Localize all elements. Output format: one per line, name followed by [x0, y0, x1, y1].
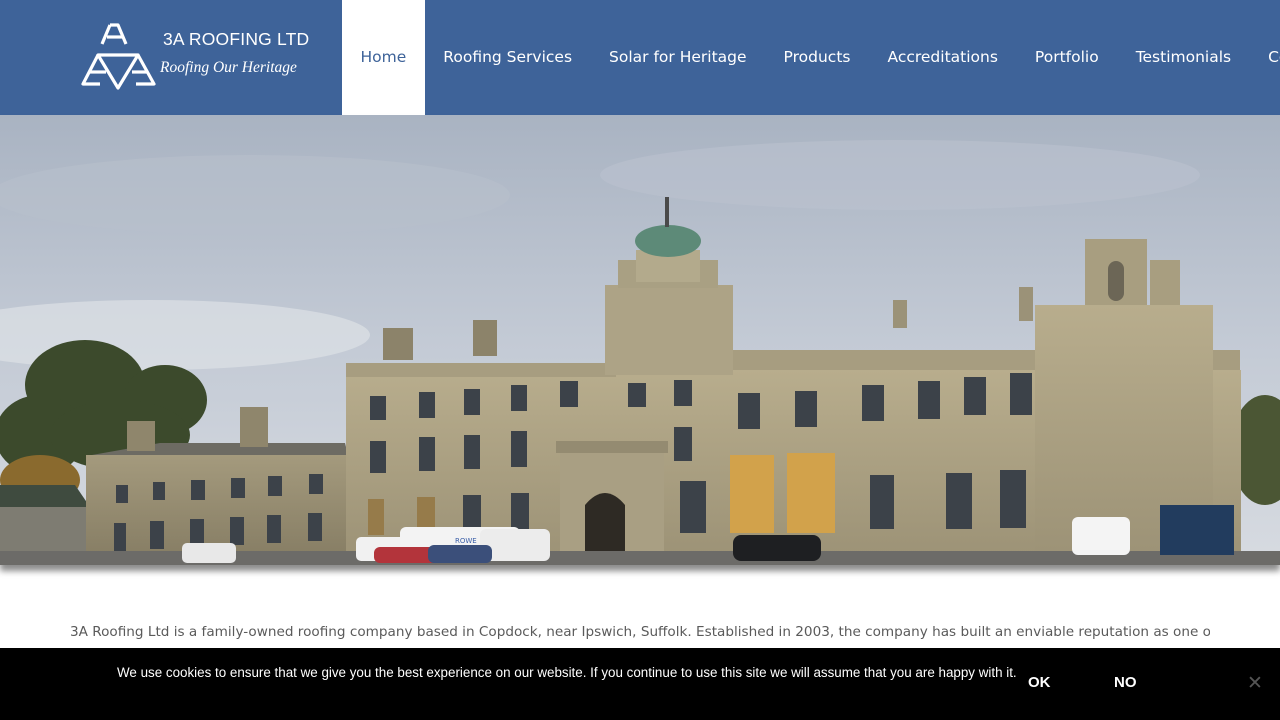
close-icon[interactable]: ✕: [1247, 672, 1263, 694]
cookie-ok-button[interactable]: OK: [1028, 674, 1051, 691]
cookie-notice-text: We use cookies to ensure that we give yo…: [117, 665, 1017, 680]
nav-item-portfolio[interactable]: Portfolio: [1016, 0, 1117, 115]
nav-item-products[interactable]: Products: [765, 0, 869, 115]
logo-title: 3A ROOFING LTD: [163, 29, 310, 49]
nav-item-solar-for-heritage[interactable]: Solar for Heritage: [591, 0, 766, 115]
nav-item-home[interactable]: Home: [342, 0, 425, 115]
intro-paragraph: 3A Roofing Ltd is a family-owned roofing…: [70, 624, 1210, 640]
hero-image: ROWE: [0, 115, 1280, 565]
logo[interactable]: 3A ROOFING LTD Roofing Our Heritage: [0, 0, 342, 115]
nav-item-accreditations[interactable]: Accreditations: [869, 0, 1016, 115]
triangle-knot-logo-icon: [81, 23, 156, 90]
site-header: 3A ROOFING LTD Roofing Our Heritage Home…: [0, 0, 1280, 115]
nav-item-testimonials[interactable]: Testimonials: [1117, 0, 1249, 115]
main-nav: Home Roofing Services Solar for Heritage…: [342, 0, 1280, 115]
nav-item-contact[interactable]: Con: [1250, 0, 1280, 115]
van-livery-text: ROWE: [455, 537, 477, 545]
cookie-no-button[interactable]: NO: [1114, 674, 1137, 691]
cookie-notice: We use cookies to ensure that we give yo…: [0, 648, 1280, 720]
nav-item-roofing-services[interactable]: Roofing Services: [425, 0, 591, 115]
logo-tagline: Roofing Our Heritage: [160, 59, 297, 76]
heritage-building-photo: ROWE: [0, 115, 1280, 565]
